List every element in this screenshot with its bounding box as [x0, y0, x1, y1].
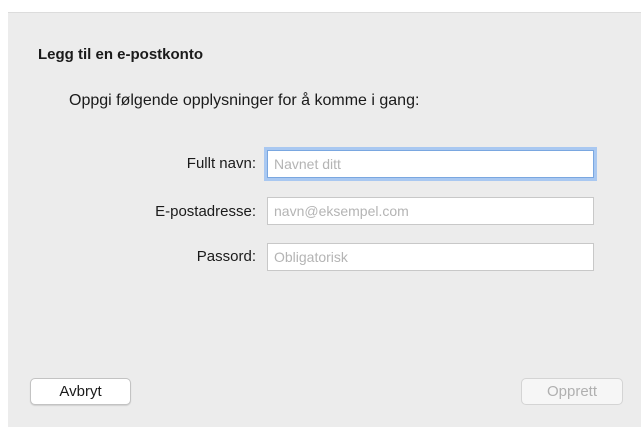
password-label: Passord:: [196, 248, 256, 265]
full-name-label: Fullt navn:: [186, 155, 256, 172]
email-label: E-postadresse:: [155, 203, 256, 220]
dialog-title: Legg til en e-postkonto: [38, 46, 203, 63]
full-name-field[interactable]: [267, 150, 594, 178]
cancel-button[interactable]: Avbryt: [30, 378, 131, 405]
add-email-account-dialog: Legg til en e-postkonto Oppgi følgende o…: [8, 12, 641, 427]
create-button[interactable]: Opprett: [521, 378, 623, 405]
password-field[interactable]: [267, 243, 594, 271]
dialog-subtitle: Oppgi følgende opplysninger for å komme …: [69, 92, 420, 109]
email-field[interactable]: [267, 197, 594, 225]
